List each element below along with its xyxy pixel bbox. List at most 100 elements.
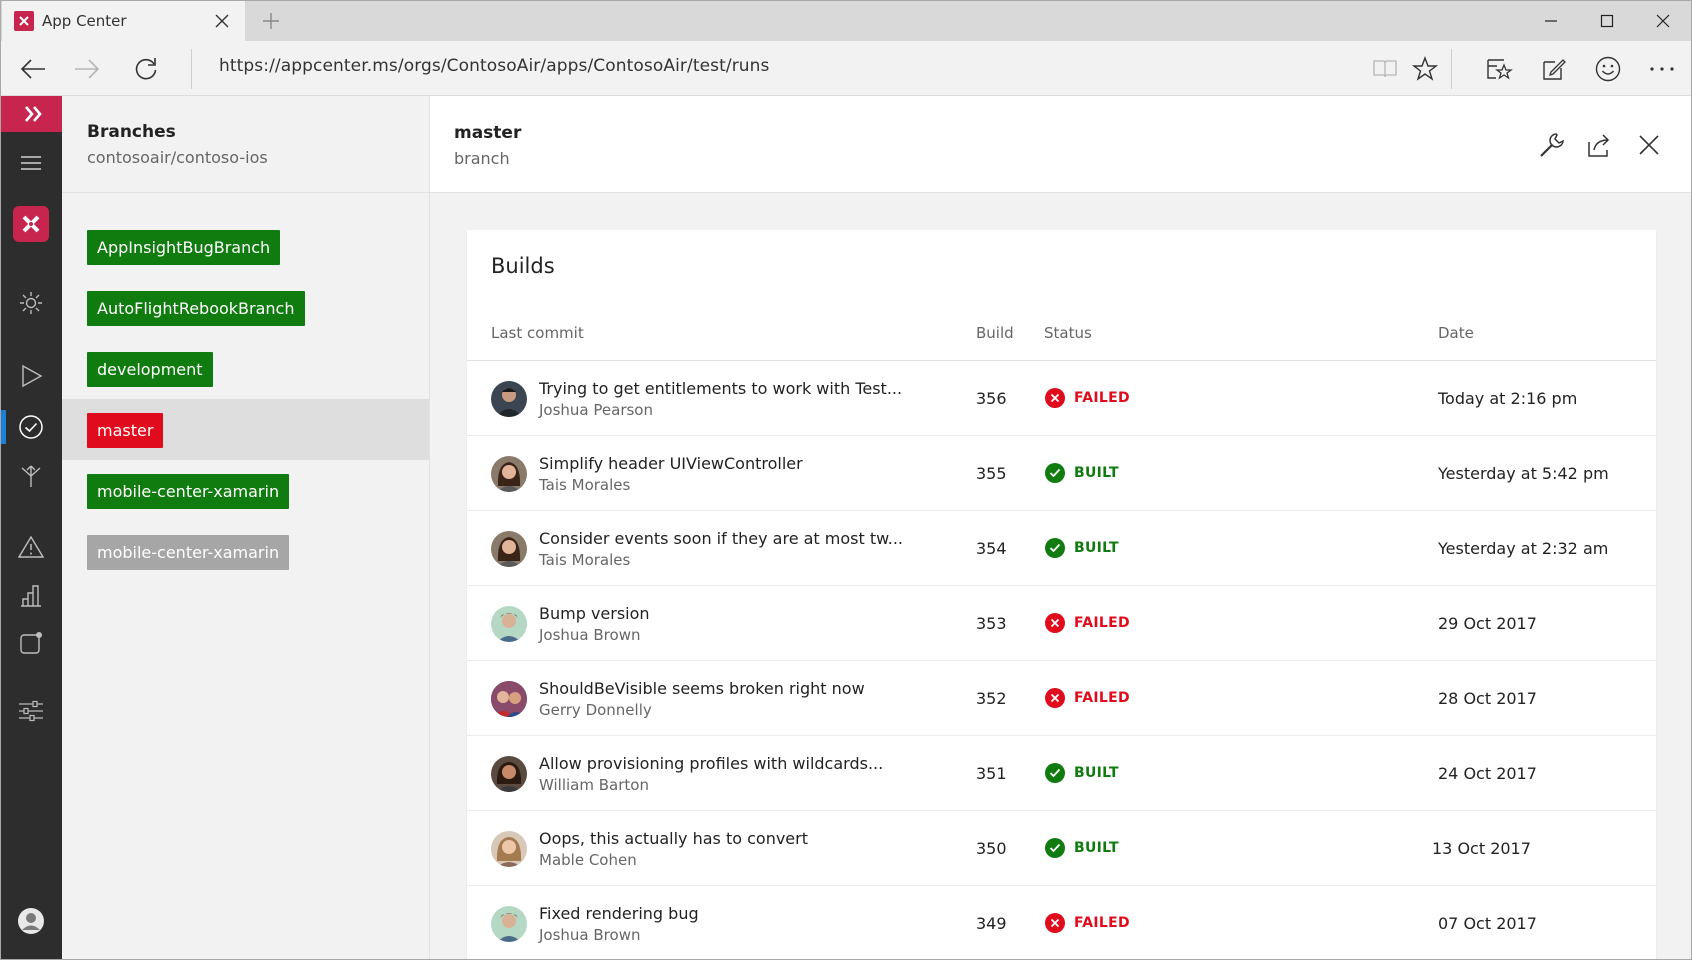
reading-view-icon[interactable] — [1367, 51, 1403, 87]
commit-message: ShouldBeVisible seems broken right now — [539, 679, 865, 698]
build-number: 352 — [976, 689, 1007, 708]
share-icon[interactable] — [1584, 129, 1616, 161]
branch-row-autoflightrebookbranch[interactable]: AutoFlightRebookBranch — [62, 277, 429, 338]
branches-header: Branches contosoair/contoso-ios — [62, 96, 429, 193]
branch-chip[interactable]: mobile-center-xamarin — [87, 535, 290, 570]
branch-chip[interactable]: master — [87, 413, 164, 448]
failed-x-icon — [1045, 913, 1065, 933]
author-avatar — [491, 531, 527, 567]
branch-row-development[interactable]: development — [62, 338, 429, 399]
address-separator — [191, 49, 192, 89]
status-badge: FAILED — [1045, 612, 1130, 634]
configure-wrench-icon[interactable] — [1536, 129, 1568, 161]
branch-row-appinsightbugbranch[interactable]: AppInsightBugBranch — [62, 216, 429, 277]
column-header-build[interactable]: Build — [976, 324, 1014, 342]
overview-icon[interactable] — [16, 288, 46, 318]
build-row[interactable]: Fixed rendering bug Joshua Brown 349 FAI… — [467, 886, 1656, 959]
status-badge: FAILED — [1045, 687, 1130, 709]
built-check-icon — [1045, 538, 1065, 558]
build-row[interactable]: Simplify header UIViewController Tais Mo… — [467, 436, 1656, 511]
branch-chip[interactable]: AutoFlightRebookBranch — [87, 291, 305, 326]
active-nav-indicator — [1, 410, 6, 444]
commit-message: Trying to get entitlements to work with … — [539, 379, 903, 398]
settings-sliders-icon[interactable] — [16, 696, 46, 726]
build-row[interactable]: Oops, this actually has to convert Mable… — [467, 811, 1656, 886]
branch-detail-header: master branch — [430, 96, 1691, 193]
branch-row-mobile-center-xamarin-inactive[interactable]: mobile-center-xamarin — [62, 521, 429, 582]
branch-row-master[interactable]: master — [62, 399, 429, 460]
build-row[interactable]: ShouldBeVisible seems broken right now G… — [467, 661, 1656, 736]
failed-x-icon — [1045, 613, 1065, 633]
build-date: 07 Oct 2017 — [1438, 914, 1537, 933]
hamburger-menu-icon[interactable] — [16, 148, 46, 178]
diagnostics-warning-icon[interactable] — [16, 532, 46, 562]
repository-name: contosoair/contoso-ios — [87, 148, 268, 167]
build-row[interactable]: Consider events soon if they are at most… — [467, 511, 1656, 586]
commit-author: William Barton — [539, 776, 649, 794]
new-tab-icon[interactable] — [259, 9, 283, 33]
builds-card: Builds Last commit Build Status Date Try… — [467, 230, 1656, 959]
build-play-icon[interactable] — [16, 361, 46, 391]
status-label: FAILED — [1074, 690, 1130, 706]
commit-message: Consider events soon if they are at most… — [539, 529, 903, 548]
status-label: FAILED — [1074, 615, 1130, 631]
forward-icon[interactable] — [69, 51, 105, 87]
builds-title: Builds — [491, 254, 555, 278]
build-date: Yesterday at 5:42 pm — [1438, 464, 1609, 483]
build-number: 350 — [976, 839, 1007, 858]
status-badge: BUILT — [1045, 537, 1119, 559]
tab-title: App Center — [42, 12, 127, 30]
browser-tab[interactable]: App Center — [2, 1, 245, 41]
status-label: FAILED — [1074, 915, 1130, 931]
push-notification-icon[interactable] — [16, 628, 46, 658]
status-badge: FAILED — [1045, 912, 1130, 934]
favorites-hub-icon[interactable] — [1481, 51, 1517, 87]
refresh-icon[interactable] — [128, 51, 164, 87]
web-note-icon[interactable] — [1536, 51, 1572, 87]
build-row[interactable]: Allow provisioning profiles with wildcar… — [467, 736, 1656, 811]
commit-author: Tais Morales — [539, 551, 631, 569]
build-row[interactable]: Trying to get entitlements to work with … — [467, 361, 1656, 436]
author-avatar — [491, 831, 527, 867]
branches-panel: Branches contosoair/contoso-ios AppInsig… — [62, 96, 430, 959]
distribute-icon[interactable] — [16, 460, 46, 490]
maximize-icon[interactable] — [1579, 1, 1635, 41]
toolbar-separator — [1451, 49, 1452, 89]
build-date: Today at 2:16 pm — [1438, 389, 1578, 408]
favorite-star-icon[interactable] — [1407, 51, 1443, 87]
more-options-icon[interactable] — [1644, 51, 1680, 87]
column-header-date[interactable]: Date — [1438, 324, 1474, 342]
app-avatar-icon[interactable] — [13, 206, 49, 242]
built-check-icon — [1045, 463, 1065, 483]
author-avatar — [491, 381, 527, 417]
author-avatar — [491, 681, 527, 717]
minimize-icon[interactable] — [1523, 1, 1579, 41]
build-date: 29 Oct 2017 — [1438, 614, 1537, 633]
branch-chip[interactable]: AppInsightBugBranch — [87, 230, 281, 265]
address-bar[interactable]: https://appcenter.ms/orgs/ContosoAir/app… — [219, 56, 770, 76]
branch-title: master — [454, 123, 522, 143]
close-panel-icon[interactable] — [1633, 129, 1665, 161]
branch-chip[interactable]: mobile-center-xamarin — [87, 474, 290, 509]
close-tab-icon[interactable] — [213, 12, 231, 30]
build-number: 349 — [976, 914, 1007, 933]
analytics-chart-icon[interactable] — [16, 581, 46, 611]
close-window-icon[interactable] — [1635, 1, 1691, 41]
built-check-icon — [1045, 838, 1065, 858]
build-number: 353 — [976, 614, 1007, 633]
build-row[interactable]: Bump version Joshua Brown 353 FAILED 29 … — [467, 586, 1656, 661]
user-avatar-icon[interactable] — [16, 906, 46, 936]
app-center-logo-icon[interactable] — [1, 96, 62, 132]
test-check-icon[interactable] — [16, 412, 46, 442]
branch-chip[interactable]: development — [87, 352, 213, 387]
branch-row-mobile-center-xamarin[interactable]: mobile-center-xamarin — [62, 460, 429, 521]
feedback-smiley-icon[interactable] — [1590, 51, 1626, 87]
app-center-favicon-icon — [14, 11, 34, 31]
commit-author: Tais Morales — [539, 476, 631, 494]
column-header-last-commit[interactable]: Last commit — [491, 324, 584, 342]
build-number: 355 — [976, 464, 1007, 483]
commit-author: Gerry Donnelly — [539, 701, 652, 719]
build-date: Yesterday at 2:32 am — [1438, 539, 1609, 558]
back-icon[interactable] — [15, 51, 51, 87]
column-header-status[interactable]: Status — [1044, 324, 1092, 342]
